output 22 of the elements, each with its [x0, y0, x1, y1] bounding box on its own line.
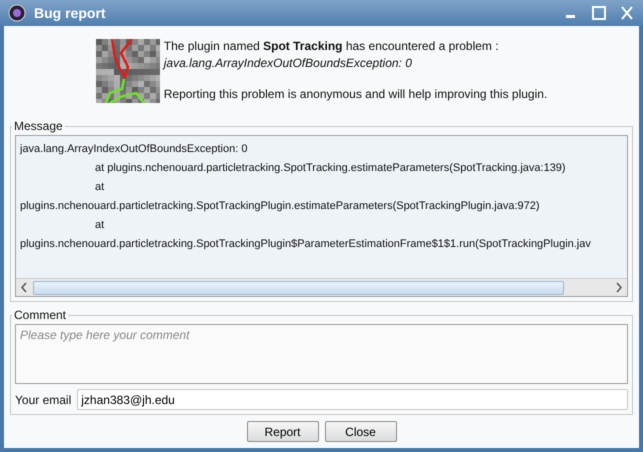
stack-trace-line: at: [94, 180, 104, 195]
scrollbar-thumb[interactable]: [33, 280, 564, 294]
email-label: Your email: [15, 392, 72, 406]
window-title: Bug report: [34, 5, 107, 21]
comment-legend: Comment: [12, 308, 68, 322]
message-legend: Message: [12, 119, 65, 133]
stack-trace-line: at: [94, 218, 104, 233]
info-text: Reporting this problem is anonymous and will help improving this plugin.: [164, 87, 548, 101]
maximize-icon[interactable]: [589, 4, 609, 22]
dialog-button[interactable]: Close: [324, 421, 396, 442]
stack-trace-line: plugins.nchenouard.particletracking.SpotTrackingPlugin$ParameterEstimationFrame$1$1.run(SpotTrackingPlugin.jav: [20, 237, 591, 252]
dialog-button[interactable]: Report: [246, 421, 318, 442]
comment-field[interactable]: Please type here your comment: [15, 324, 628, 384]
message-area[interactable]: [15, 135, 628, 297]
stack-trace-line: at plugins.nchenouard.particletracking.SpotTracking.estimateParameters(SpotTracking.java:139): [94, 161, 566, 176]
exception-text: java.lang.ArrayIndexOutOfBoundsException: 0: [164, 56, 413, 70]
email-field[interactable]: jzhan383@jh.edu: [77, 389, 628, 410]
stack-trace-line: java.lang.ArrayIndexOutOfBoundsException: 0: [20, 142, 248, 157]
stack-trace-line: plugins.nchenouard.particletracking.SpotTrackingPlugin.estimateParameters(SpotTrackingPlugin.java:972): [20, 199, 540, 214]
app-logo-icon: [8, 4, 26, 22]
error-summary: The plugin named Spot Tracking has encountered a problem :: [164, 39, 500, 53]
particle-tracks-drawing: [96, 39, 160, 103]
